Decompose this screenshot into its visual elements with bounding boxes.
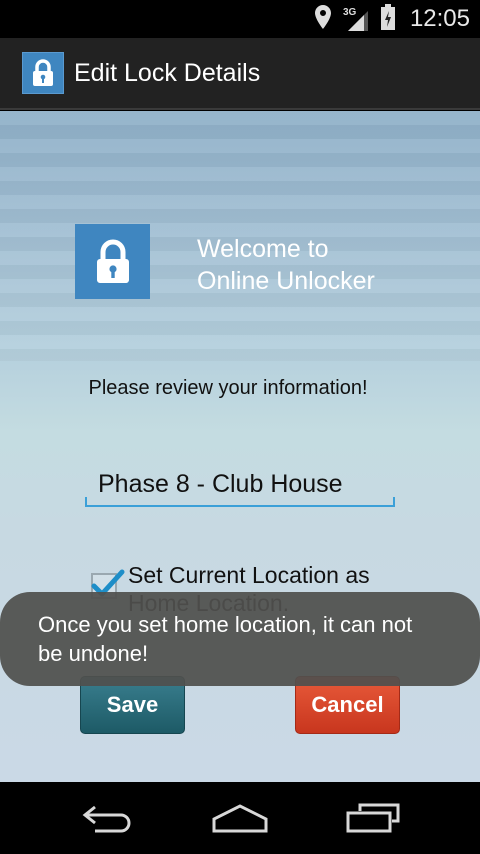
- network-type-label: 3G: [343, 7, 357, 18]
- input-underline-right-edge: [393, 497, 395, 507]
- action-bar: Edit Lock Details: [0, 38, 480, 110]
- lock-icon: [75, 224, 150, 299]
- review-prompt: Please review your information!: [88, 377, 368, 399]
- home-button[interactable]: [200, 793, 280, 843]
- checkmark-icon: [91, 569, 125, 597]
- back-button[interactable]: [67, 793, 147, 843]
- recent-apps-button[interactable]: [333, 793, 413, 843]
- lock-name-input[interactable]: [85, 463, 395, 507]
- battery-icon: [380, 3, 396, 35]
- input-underline-left-edge: [85, 497, 87, 507]
- clock: 12:05: [409, 5, 470, 32]
- navigation-bar: [0, 782, 480, 854]
- toast-message: Once you set home location, it can not b…: [0, 592, 480, 686]
- app-lock-icon[interactable]: [22, 52, 64, 94]
- home-icon: [212, 804, 268, 833]
- page-title: Edit Lock Details: [74, 58, 261, 87]
- signal-icon: 3G: [342, 5, 370, 33]
- location-icon: [314, 4, 332, 34]
- back-icon: [82, 805, 131, 833]
- recent-apps-icon: [346, 803, 400, 833]
- welcome-heading: Welcome to Online Unlocker: [197, 235, 375, 295]
- status-bar: 3G 12:05: [0, 0, 480, 38]
